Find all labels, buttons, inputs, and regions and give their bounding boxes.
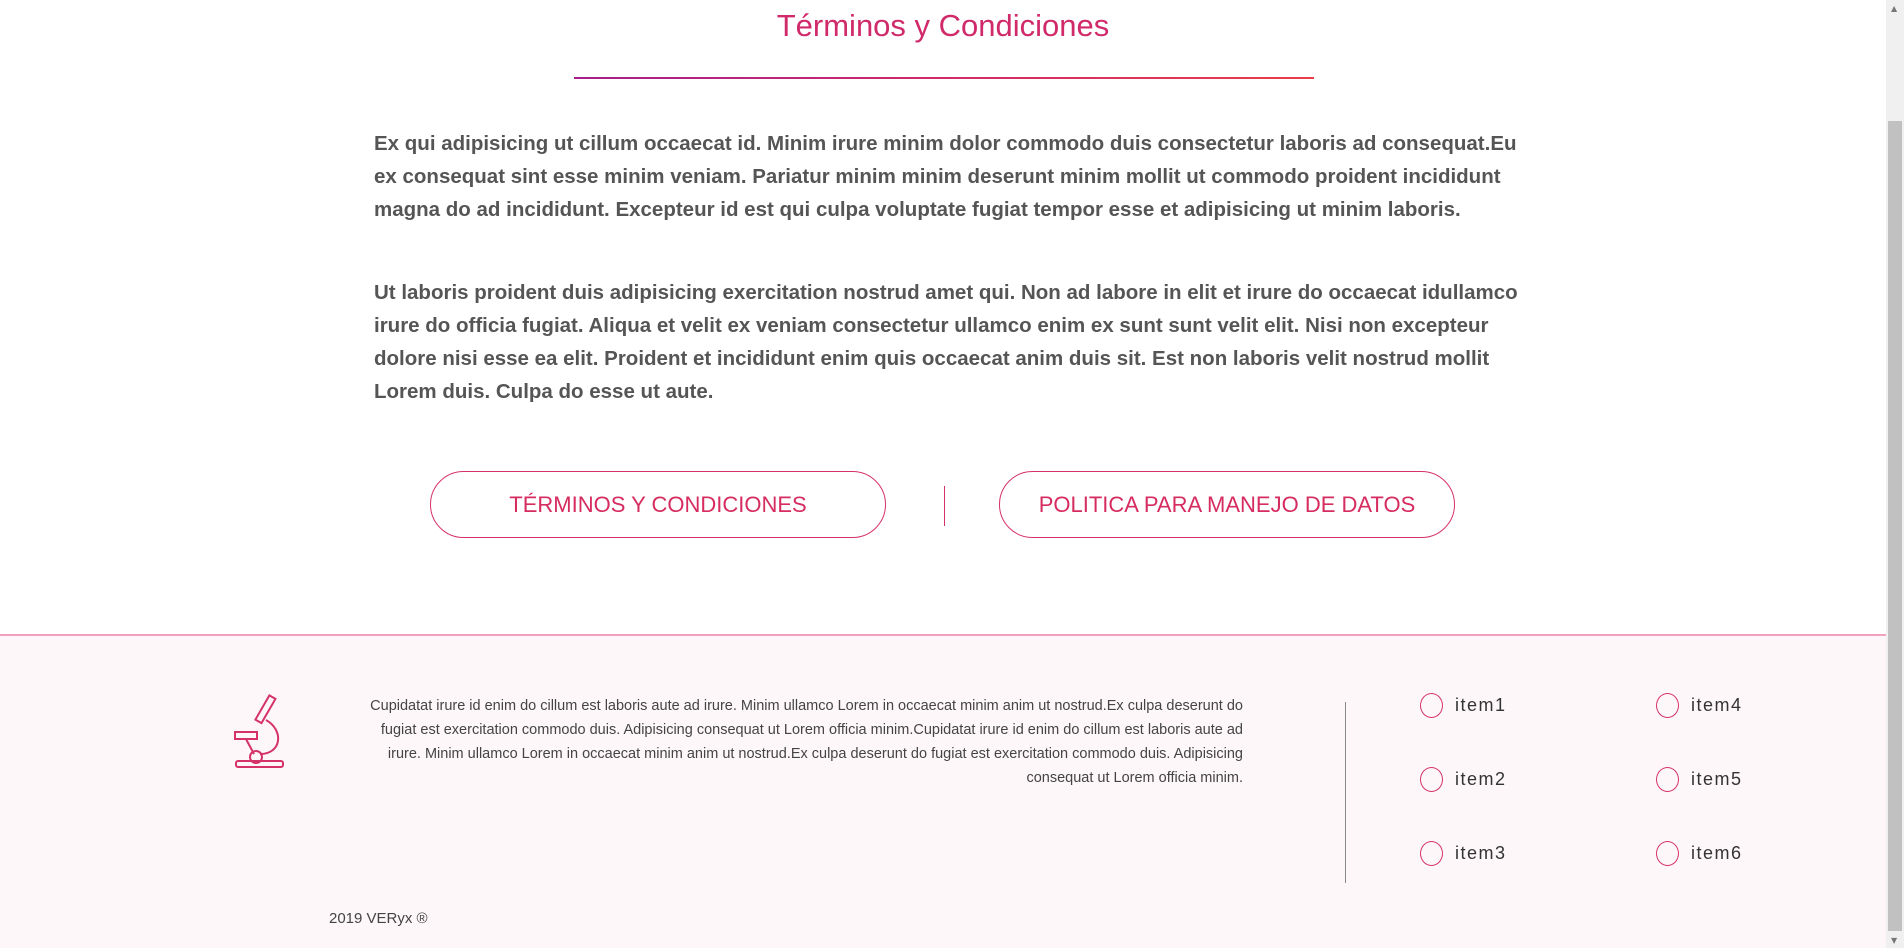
button-divider xyxy=(944,486,945,526)
item-label: item4 xyxy=(1691,695,1743,715)
circle-icon xyxy=(1656,841,1679,866)
footer-item-3[interactable]: item3 xyxy=(1420,841,1507,866)
circle-icon xyxy=(1420,693,1443,718)
item-label: item2 xyxy=(1455,769,1507,789)
footer xyxy=(0,634,1886,948)
footer-item-2[interactable]: item2 xyxy=(1420,767,1507,792)
circle-icon xyxy=(1420,841,1443,866)
footer-divider xyxy=(1345,702,1346,883)
footer-description: Cupidatat irure id enim do cillum est la… xyxy=(370,698,1243,786)
scroll-down-icon[interactable]: ▼ xyxy=(1891,936,1897,945)
item-label: item3 xyxy=(1455,843,1507,863)
item-label: item5 xyxy=(1691,769,1743,789)
scrollbar[interactable]: ▲ ▼ xyxy=(1886,0,1904,948)
circle-icon xyxy=(1656,693,1679,718)
footer-item-5[interactable]: item5 xyxy=(1656,767,1743,792)
footer-item-1[interactable]: item1 xyxy=(1420,693,1507,718)
item-label: item6 xyxy=(1691,843,1743,863)
footer-item-4[interactable]: item4 xyxy=(1656,693,1743,718)
copyright: 2019 VERyx ® xyxy=(329,910,428,927)
terms-button[interactable]: TÉRMINOS Y CONDICIONES xyxy=(430,471,886,538)
scroll-up-icon[interactable]: ▲ xyxy=(1891,4,1897,13)
circle-icon xyxy=(1420,767,1443,792)
data-policy-button[interactable]: POLITICA PARA MANEJO DE DATOS xyxy=(999,471,1455,538)
page-title: Términos y Condiciones xyxy=(776,8,1110,43)
scrollbar-thumb[interactable] xyxy=(1888,121,1902,931)
item-label: item1 xyxy=(1455,695,1507,715)
footer-item-6[interactable]: item6 xyxy=(1656,841,1743,866)
terms-paragraph: Ex qui adipisicing ut cillum occaecat id… xyxy=(374,132,1517,221)
circle-icon xyxy=(1656,767,1679,792)
microscope-icon xyxy=(234,694,284,768)
title-divider xyxy=(574,77,1314,79)
terms-paragraph: Ut laboris proident duis adipisicing exe… xyxy=(374,281,1518,403)
